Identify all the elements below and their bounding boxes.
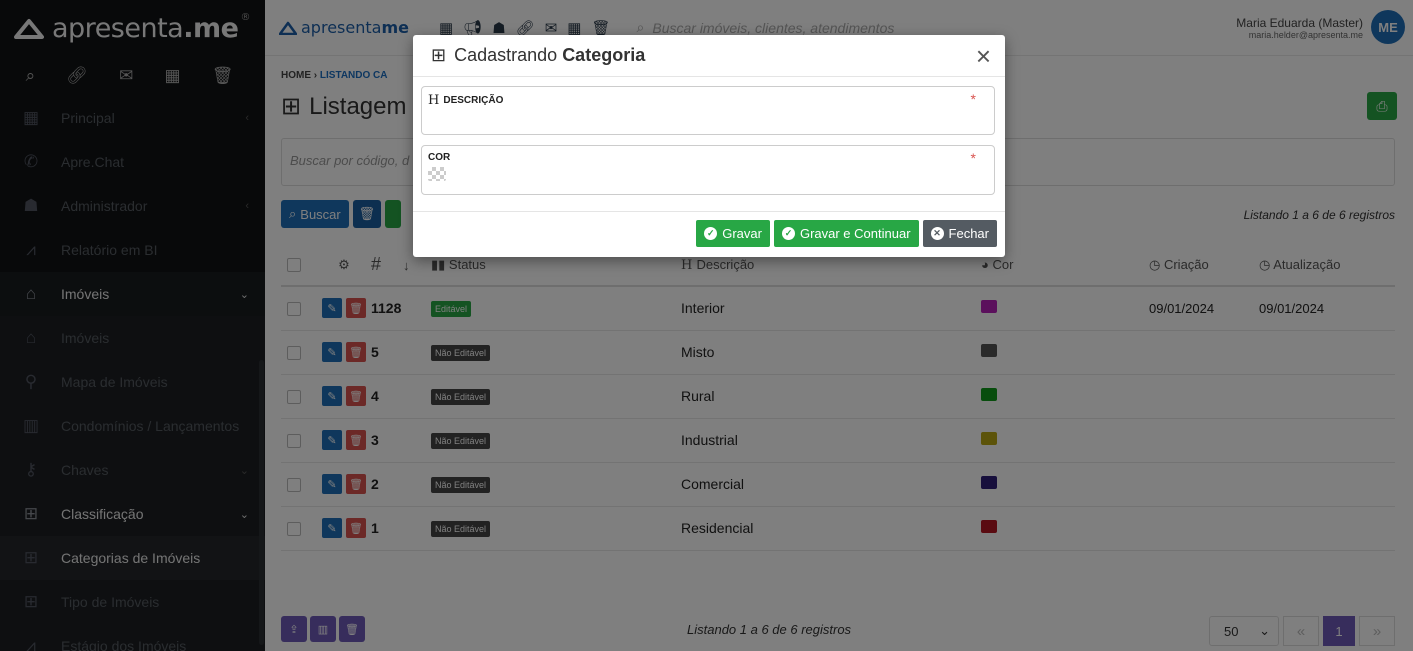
cor-field[interactable]: COR *	[421, 145, 995, 195]
descricao-label-text: DESCRIÇÃO	[443, 95, 504, 106]
category-modal: ⊞ Cadastrando Categoria × H DESCRIÇÃO * …	[413, 35, 1005, 257]
gravar-continuar-button[interactable]: ✓ Gravar e Continuar	[773, 220, 919, 247]
required-marker: *	[970, 150, 976, 166]
close-icon[interactable]: ×	[976, 43, 991, 69]
modal-title-prefix: Cadastrando	[454, 45, 558, 65]
gravar-continuar-button-label: Gravar e Continuar	[799, 226, 911, 241]
check-circle-icon: ✓	[704, 227, 718, 240]
cor-label: COR	[428, 152, 451, 163]
heading-icon: H	[428, 93, 440, 108]
gravar-button[interactable]: ✓ Gravar	[696, 220, 770, 247]
gravar-button-label: Gravar	[722, 226, 762, 241]
modal-title: ⊞ Cadastrando Categoria	[431, 45, 976, 66]
check-circle-icon: ✓	[781, 227, 795, 240]
descricao-label: H DESCRIÇÃO	[428, 93, 988, 108]
color-picker-swatch[interactable]	[428, 167, 446, 181]
required-marker: *	[970, 91, 976, 107]
modal-header: ⊞ Cadastrando Categoria ×	[413, 35, 1005, 77]
modal-title-bold: Categoria	[562, 45, 646, 65]
descricao-field[interactable]: H DESCRIÇÃO *	[421, 86, 995, 135]
fechar-button-label: Fechar	[948, 226, 989, 241]
modal-footer: ✓ Gravar ✓ Gravar e Continuar ✕ Fechar	[413, 211, 1005, 257]
sitemap-icon: ⊞	[431, 45, 447, 65]
times-circle-icon: ✕	[930, 227, 944, 240]
fechar-button[interactable]: ✕ Fechar	[922, 220, 997, 247]
modal-buttons: ✓ Gravar ✓ Gravar e Continuar ✕ Fechar	[696, 220, 997, 247]
